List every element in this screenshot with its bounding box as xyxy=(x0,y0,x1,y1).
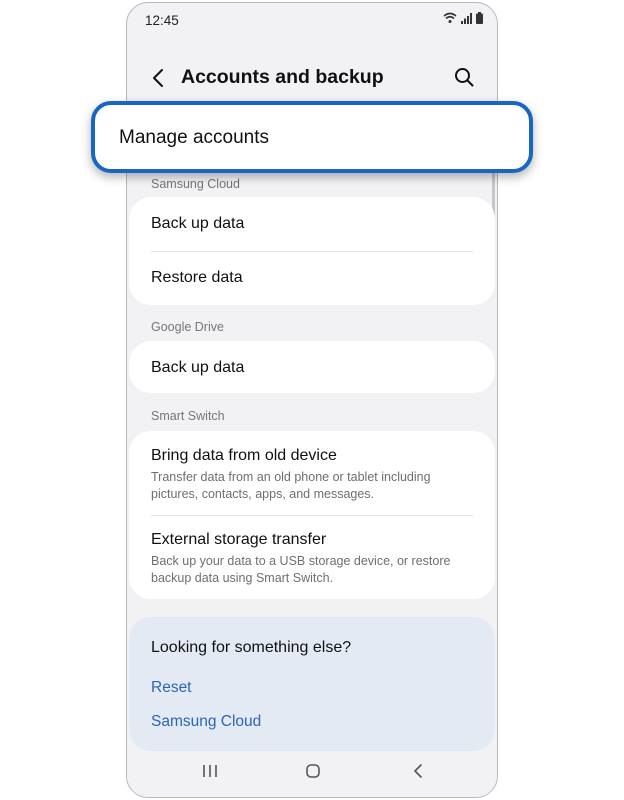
list-item-title: Restore data xyxy=(151,269,243,286)
list-item-title: Back up data xyxy=(151,359,245,376)
back-nav-icon[interactable] xyxy=(411,763,425,779)
list-item-title: Bring data from old device xyxy=(151,447,337,464)
app-bar: Accounts and backup xyxy=(127,61,497,101)
google-drive-card: Back up data xyxy=(129,341,495,393)
subtitle-line: Transfer data from an old phone or table… xyxy=(151,470,431,484)
list-item-external-storage[interactable]: External storage transfer Back up your d… xyxy=(151,531,473,587)
subtitle-line: Back up your data to a USB storage devic… xyxy=(151,554,451,568)
manage-accounts-item[interactable]: Manage accounts xyxy=(91,101,533,173)
manage-accounts-label: Manage accounts xyxy=(119,127,269,148)
help-card: Looking for something else? Reset Samsun… xyxy=(129,617,495,751)
list-item-title: Back up data xyxy=(151,215,245,232)
subtitle-line: backup data using Smart Switch. xyxy=(151,571,334,585)
list-item-subtitle: Transfer data from an old phone or table… xyxy=(151,469,473,503)
subtitle-line: pictures, contacts, apps, and messages. xyxy=(151,487,375,501)
help-title: Looking for something else? xyxy=(151,639,352,656)
divider xyxy=(151,515,473,516)
smart-switch-card: Bring data from old device Transfer data… xyxy=(129,431,495,599)
samsung-cloud-card: Back up data Restore data xyxy=(129,197,495,305)
recent-apps-icon[interactable] xyxy=(201,763,219,779)
list-item-subtitle: Back up your data to a USB storage devic… xyxy=(151,553,473,587)
status-time: 12:45 xyxy=(145,13,179,28)
home-icon[interactable] xyxy=(305,763,321,779)
list-item-bring-data[interactable]: Bring data from old device Transfer data… xyxy=(151,447,473,503)
divider xyxy=(151,251,473,252)
navigation-bar xyxy=(127,751,497,797)
page-title: Accounts and backup xyxy=(181,66,384,88)
link-samsung-cloud[interactable]: Samsung Cloud xyxy=(151,713,261,731)
status-bar: 12:45 xyxy=(127,3,497,39)
list-item-title: External storage transfer xyxy=(151,531,327,548)
list-item-restore-data[interactable]: Restore data xyxy=(151,269,473,287)
list-item-google-back-up-data[interactable]: Back up data xyxy=(151,359,473,377)
signal-icon xyxy=(461,13,472,24)
section-label-google-drive: Google Drive xyxy=(151,320,224,334)
list-item-back-up-data[interactable]: Back up data xyxy=(151,215,473,233)
wifi-icon xyxy=(443,12,457,23)
status-icons xyxy=(443,12,483,24)
battery-icon xyxy=(476,12,483,24)
section-label-samsung-cloud: Samsung Cloud xyxy=(151,177,240,191)
back-arrow-icon[interactable] xyxy=(149,67,167,89)
link-reset[interactable]: Reset xyxy=(151,679,192,697)
section-label-smart-switch: Smart Switch xyxy=(151,409,225,423)
search-icon[interactable] xyxy=(453,66,475,88)
